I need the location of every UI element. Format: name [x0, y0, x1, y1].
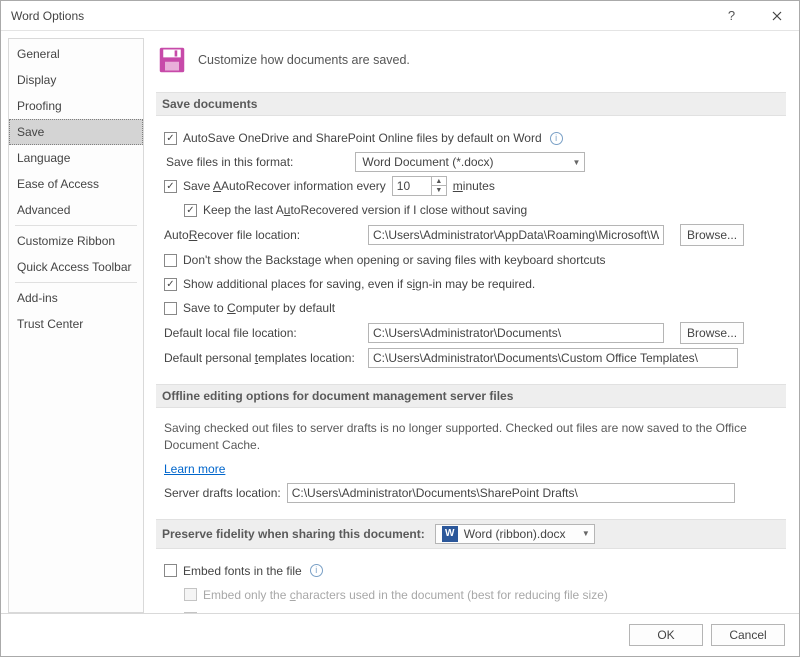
save-hero-icon [158, 46, 186, 74]
section-offline: Saving checked out files to server draft… [156, 408, 786, 513]
hero: Customize how documents are saved. [156, 40, 786, 86]
keep-last-autorecovered-label: Keep the last AutoRecovered version if I… [203, 203, 527, 217]
section-offline-title: Offline editing options for document man… [156, 384, 786, 408]
autorecover-minutes-unit: mminutesinutes [453, 179, 495, 193]
autosave-label: AutoSave OneDrive and SharePoint Online … [183, 131, 542, 145]
default-local-browse-button[interactable]: Browse... [680, 322, 744, 344]
close-icon [772, 11, 782, 21]
dont-show-backstage-label: Don't show the Backstage when opening or… [183, 253, 606, 267]
sidebar-item-advanced[interactable]: Advanced [9, 197, 143, 223]
main-panel: Customize how documents are saved. Save … [152, 38, 792, 613]
sidebar-item-trust-center[interactable]: Trust Center [9, 311, 143, 337]
info-icon[interactable]: i [310, 564, 323, 577]
save-format-label: Save files in this format: [166, 155, 293, 169]
autorecover-checkbox[interactable]: ✓ [164, 180, 177, 193]
autorecover-location-label: AutoRecover file location: [164, 228, 362, 242]
sidebar-item-save[interactable]: Save [9, 119, 143, 145]
section-preserve: Embed fonts in the file i Embed only the… [156, 549, 786, 613]
embed-fonts-checkbox[interactable] [164, 564, 177, 577]
server-drafts-label: Server drafts location: [164, 486, 281, 500]
default-local-location-label: Default local file location: [164, 326, 362, 340]
chevron-down-icon: ▼ [566, 158, 580, 167]
preserve-title-text: Preserve fidelity when sharing this docu… [162, 527, 425, 541]
offline-description: Saving checked out files to server draft… [164, 420, 782, 455]
dont-show-backstage-checkbox[interactable] [164, 254, 177, 267]
spinner-down-icon[interactable]: ▼ [432, 186, 446, 195]
sidebar-item-language[interactable]: Language [9, 145, 143, 171]
default-templates-location-label: Default personal templates location: [164, 351, 362, 365]
sidebar-separator [15, 225, 137, 226]
autorecover-minutes-value[interactable]: 10 [392, 176, 432, 196]
default-local-location-input[interactable] [368, 323, 664, 343]
info-icon[interactable]: i [550, 132, 563, 145]
autorecover-minutes-spinner[interactable]: 10 ▲▼ [392, 176, 447, 196]
sidebar-separator [15, 282, 137, 283]
sidebar-item-customize-ribbon[interactable]: Customize Ribbon [9, 228, 143, 254]
word-file-icon: W [442, 526, 458, 542]
chevron-down-icon: ▼ [576, 529, 590, 538]
sidebar-item-add-ins[interactable]: Add-ins [9, 285, 143, 311]
save-to-computer-checkbox[interactable] [164, 302, 177, 315]
keep-last-autorecovered-checkbox[interactable]: ✓ [184, 204, 197, 217]
word-options-window: Word Options ? General Display Proofing … [0, 0, 800, 657]
footer: OK Cancel [1, 613, 799, 656]
sidebar-item-ease-of-access[interactable]: Ease of Access [9, 171, 143, 197]
learn-more-link[interactable]: Learn more [164, 462, 225, 476]
ok-button[interactable]: OK [629, 624, 703, 646]
section-save-documents-title: Save documents [156, 92, 786, 116]
sidebar: General Display Proofing Save Language E… [8, 38, 144, 613]
help-button[interactable]: ? [709, 1, 754, 30]
window-title: Word Options [11, 9, 709, 23]
cancel-button[interactable]: Cancel [711, 624, 785, 646]
autorecover-label: Save AAutoRecover information every [183, 179, 386, 193]
hero-text: Customize how documents are saved. [198, 53, 410, 67]
section-preserve-title: Preserve fidelity when sharing this docu… [156, 519, 786, 549]
autorecover-location-input[interactable] [368, 225, 664, 245]
save-to-computer-label: Save to Computer by default [183, 301, 335, 315]
preserve-document-dropdown[interactable]: W Word (ribbon).docx ▼ [435, 524, 595, 544]
preserve-document-value: Word (ribbon).docx [464, 527, 566, 541]
save-format-value: Word Document (*.docx) [362, 155, 493, 169]
show-additional-places-checkbox[interactable]: ✓ [164, 278, 177, 291]
sidebar-item-quick-access-toolbar[interactable]: Quick Access Toolbar [9, 254, 143, 280]
titlebar: Word Options ? [1, 1, 799, 31]
default-templates-location-input[interactable] [368, 348, 738, 368]
save-format-dropdown[interactable]: Word Document (*.docx) ▼ [355, 152, 585, 172]
sidebar-item-proofing[interactable]: Proofing [9, 93, 143, 119]
sidebar-item-general[interactable]: General [9, 41, 143, 67]
sidebar-item-display[interactable]: Display [9, 67, 143, 93]
autosave-checkbox[interactable]: ✓ [164, 132, 177, 145]
show-additional-places-label: Show additional places for saving, even … [183, 277, 535, 291]
embed-only-chars-label: Embed only the characters used in the do… [203, 588, 608, 602]
autorecover-browse-button[interactable]: Browse... [680, 224, 744, 246]
server-drafts-input[interactable] [287, 483, 735, 503]
spinner-up-icon[interactable]: ▲ [432, 177, 446, 186]
close-button[interactable] [754, 1, 799, 30]
embed-only-chars-checkbox [184, 588, 197, 601]
section-save-documents: ✓ AutoSave OneDrive and SharePoint Onlin… [156, 116, 786, 378]
embed-fonts-label: Embed fonts in the file [183, 564, 302, 578]
